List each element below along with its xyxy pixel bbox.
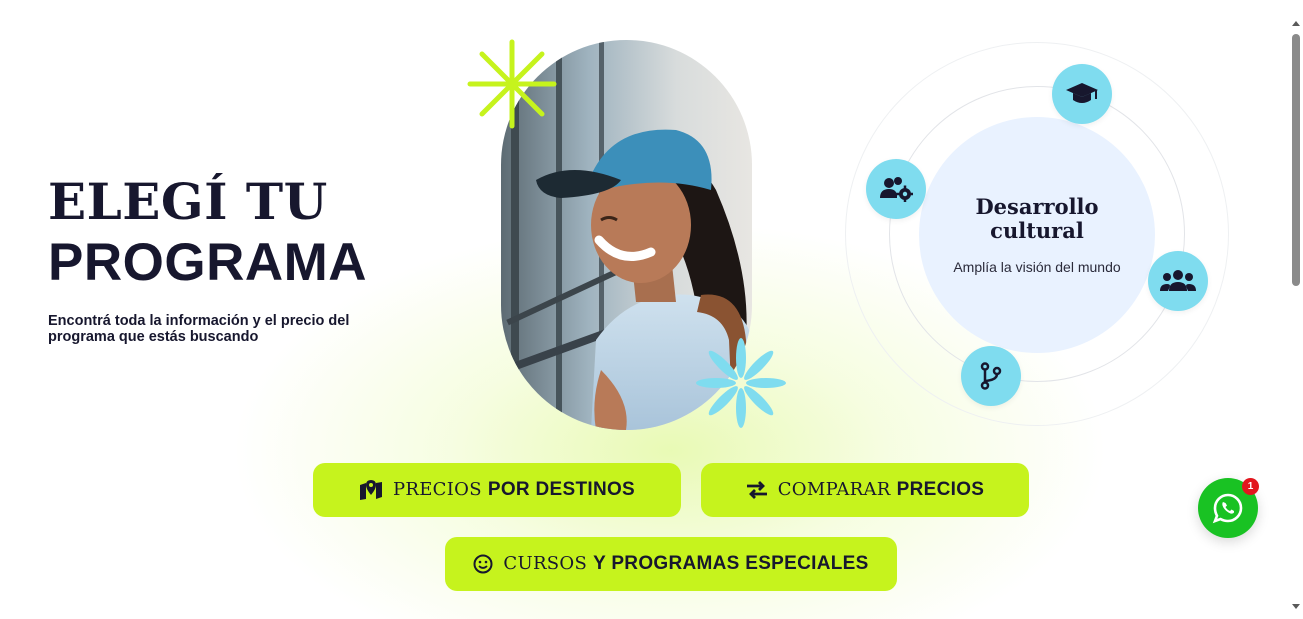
whatsapp-icon bbox=[1212, 493, 1243, 524]
scrollbar[interactable] bbox=[1288, 0, 1303, 619]
cursos-programas-especiales-button[interactable]: CURSOS Y PROGRAMAS ESPECIALES bbox=[445, 537, 897, 591]
users-icon[interactable] bbox=[1148, 251, 1208, 311]
title-line-2: PROGRAMA bbox=[48, 232, 368, 292]
cursos-label-serif: CURSOS bbox=[503, 553, 588, 574]
precios-por-destinos-button[interactable]: PRECIOS POR DESTINOS bbox=[313, 463, 681, 517]
users-cog-icon[interactable] bbox=[866, 159, 926, 219]
scroll-down-arrow-icon[interactable] bbox=[1292, 604, 1300, 609]
map-marker-icon bbox=[359, 480, 383, 500]
comparar-precios-button[interactable]: COMPARAR PRECIOS bbox=[701, 463, 1029, 517]
comparar-label-serif: COMPARAR bbox=[777, 479, 891, 500]
scrollbar-thumb[interactable] bbox=[1292, 34, 1300, 286]
sparkle-blue-icon bbox=[696, 338, 786, 428]
cursos-label-bold: Y PROGRAMAS ESPECIALES bbox=[593, 553, 869, 574]
scroll-up-arrow-icon[interactable] bbox=[1292, 21, 1300, 26]
orbit-center-card: Desarrollo cultural Amplía la visión del… bbox=[919, 117, 1155, 353]
comparar-label-bold: PRECIOS bbox=[896, 479, 985, 500]
notification-badge: 1 bbox=[1242, 478, 1259, 495]
orbit-description: Amplía la visión del mundo bbox=[953, 259, 1121, 275]
title-line-1: ELEGÍ TU bbox=[48, 172, 328, 231]
orbit-title: Desarrollo cultural bbox=[975, 194, 1099, 243]
graduation-cap-icon[interactable] bbox=[1052, 64, 1112, 124]
code-branch-icon[interactable] bbox=[961, 346, 1021, 406]
destinos-label-serif: PRECIOS bbox=[392, 479, 482, 500]
exchange-icon bbox=[746, 481, 768, 499]
smile-icon bbox=[473, 554, 493, 574]
destinos-label-bold: POR DESTINOS bbox=[487, 479, 636, 500]
page: ELEGÍ TU PROGRAMA Encontrá toda la infor… bbox=[0, 0, 1303, 619]
sparkle-green-icon bbox=[467, 39, 557, 129]
page-title: ELEGÍ TU PROGRAMA bbox=[48, 172, 368, 292]
hero-subtitle: Encontrá toda la información y el precio… bbox=[48, 313, 350, 345]
